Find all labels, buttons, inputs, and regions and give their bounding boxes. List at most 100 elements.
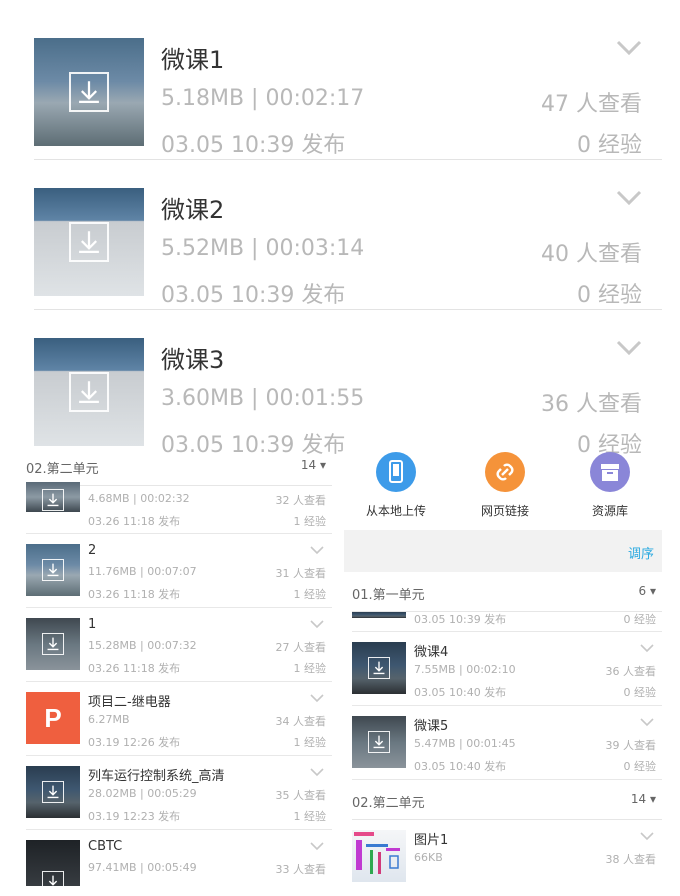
archive-icon [590,452,630,492]
chevron-down-icon[interactable] [616,40,642,56]
sort-bar: 调序 [344,530,662,572]
section-count[interactable]: 14 ▾ [301,458,326,472]
item-exp: 0 经验 [623,760,657,773]
action-label: 资源库 [591,504,628,518]
item-views: 31 人查看 [275,567,327,580]
download-icon[interactable] [368,731,390,753]
ppt-file-icon[interactable]: P [26,692,80,744]
chevron-down-icon[interactable] [310,546,324,555]
course-item[interactable]: 微课2 5.52MB | 00:03:14 40 人查看 03.05 10:39… [34,160,662,310]
link-icon [485,452,525,492]
section-label: 02.第二单元 [352,796,425,811]
right-panel: 01.第一单元 6 ▾ 03.05 10:39 发布 0 经验 微课4 7.55… [344,572,662,886]
chevron-down-icon[interactable] [310,768,324,777]
item-meta: 7.55MB | 00:02:10 [414,663,516,676]
item-title: 图片1 [414,833,449,848]
item-date: 03.26 11:18 发布 [88,588,181,601]
item-meta: 97.41MB | 00:05:49 [88,861,197,874]
download-icon[interactable] [42,489,64,511]
video-thumbnail[interactable] [352,642,406,694]
item-meta: 5.18MB | 00:02:17 [161,86,365,111]
item-date: 03.26 11:18 发布 [88,515,181,528]
video-thumbnail[interactable] [26,840,80,886]
chevron-down-icon[interactable] [310,842,324,851]
item-title: 微课3 [161,346,225,374]
list-item[interactable]: CBTC 97.41MB | 00:05:49 33 人查看 [26,830,332,886]
download-icon[interactable] [368,657,390,679]
section-header[interactable]: 01.第一单元 6 ▾ [352,572,662,612]
video-thumbnail[interactable] [352,716,406,768]
web-link-button[interactable]: 网页链接 [455,452,555,519]
item-views: 36 人查看 [541,392,642,417]
section-label: 02.第二单元 [26,462,99,477]
download-icon[interactable] [69,72,109,112]
item-date: 03.05 10:39 发布 [161,133,346,158]
item-title: 微课4 [414,645,449,660]
item-meta: 5.47MB | 00:01:45 [414,737,516,750]
video-thumbnail[interactable] [34,188,144,296]
reorder-button[interactable]: 调序 [628,543,654,562]
item-exp: 0 经验 [577,133,642,158]
chevron-down-icon[interactable] [640,718,654,727]
item-title: 微课1 [161,46,225,74]
item-exp: 0 经验 [623,686,657,699]
course-item[interactable]: 微课1 5.18MB | 00:02:17 47 人查看 03.05 10:39… [34,10,662,160]
list-item[interactable]: 03.05 10:39 发布 0 经验 [352,612,662,632]
download-icon[interactable] [42,633,64,655]
item-date: 03.19 12:26 发布 [88,736,181,749]
download-icon[interactable] [69,372,109,412]
item-views: 36 人查看 [605,665,657,678]
section-count[interactable]: 14 ▾ [631,792,656,806]
item-exp: 1 经验 [293,736,327,749]
resource-library-button[interactable]: 资源库 [560,452,660,519]
video-thumbnail[interactable] [352,612,406,618]
video-thumbnail[interactable] [26,766,80,818]
item-title: 微课2 [161,196,225,224]
video-thumbnail[interactable] [26,544,80,596]
section-header[interactable]: 02.第二单元 14 ▾ [26,446,332,486]
list-item[interactable]: 微课4 7.55MB | 00:02:10 36 人查看 03.05 10:40… [352,632,662,706]
item-views: 35 人查看 [275,789,327,802]
list-item[interactable]: 微课5 5.47MB | 00:01:45 39 人查看 03.05 10:40… [352,706,662,780]
list-item[interactable]: 2 11.76MB | 00:07:07 31 人查看 03.26 11:18 … [26,534,332,608]
item-views: 47 人查看 [541,92,642,117]
item-exp: 0 经验 [623,613,657,626]
item-views: 34 人查看 [275,715,327,728]
video-thumbnail[interactable] [34,38,144,146]
chevron-down-icon[interactable] [310,694,324,703]
upload-local-button[interactable]: 从本地上传 [346,452,446,519]
chevron-down-icon[interactable] [640,832,654,841]
phone-upload-icon [376,452,416,492]
chevron-down-icon[interactable] [616,340,642,356]
item-exp: 1 经验 [293,588,327,601]
item-exp: 1 经验 [293,662,327,675]
item-views: 39 人查看 [605,739,657,752]
item-title: CBTC [88,839,123,854]
section-header[interactable]: 02.第二单元 14 ▾ [352,780,662,820]
chevron-down-icon[interactable] [616,190,642,206]
download-icon[interactable] [42,870,64,886]
image-thumbnail[interactable] [352,830,406,882]
video-thumbnail[interactable] [26,618,80,670]
item-meta: 28.02MB | 00:05:29 [88,787,197,800]
item-title: 列车运行控制系统_高清 [88,769,225,784]
item-date: 03.26 11:18 发布 [88,662,181,675]
download-icon[interactable] [69,222,109,262]
chevron-down-icon[interactable] [640,644,654,653]
list-item[interactable]: 列车运行控制系统_高清 28.02MB | 00:05:29 35 人查看 03… [26,756,332,830]
list-item[interactable]: 图片1 66KB 38 人查看 [352,820,662,886]
item-views: 33 人查看 [275,863,327,876]
item-date: 03.05 10:39 发布 [161,283,346,308]
video-thumbnail[interactable] [34,338,144,446]
list-item[interactable]: 1 15.28MB | 00:07:32 27 人查看 03.26 11:18 … [26,608,332,682]
left-panel: 02.第二单元 14 ▾ 4.68MB | 00:02:32 32 人查看 03… [26,446,338,886]
section-count[interactable]: 6 ▾ [639,584,656,598]
list-item[interactable]: P 项目二-继电器 6.27MB 34 人查看 03.19 12:26 发布 1… [26,682,332,756]
download-icon[interactable] [42,559,64,581]
chevron-down-icon[interactable] [310,620,324,629]
video-thumbnail[interactable] [26,482,80,512]
course-item[interactable]: 微课3 3.60MB | 00:01:55 36 人查看 03.05 10:39… [34,310,662,458]
download-icon[interactable] [42,781,64,803]
item-title: 1 [88,617,97,632]
list-item[interactable]: 4.68MB | 00:02:32 32 人查看 03.26 11:18 发布 … [26,482,332,534]
